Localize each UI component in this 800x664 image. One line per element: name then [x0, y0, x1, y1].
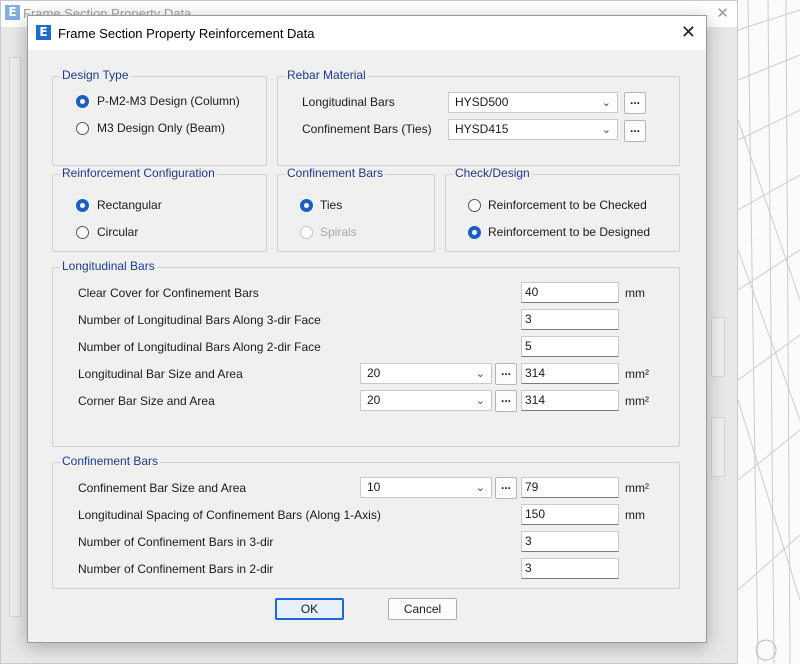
reinforcement-configuration-group: Reinforcement Configuration Rectangular …: [52, 166, 267, 252]
unit-label: mm: [625, 508, 645, 522]
confinement-bar-size-select[interactable]: 10 ⌄: [360, 477, 492, 498]
rebar-material-group: Rebar Material Longitudinal Bars HYSD500…: [277, 68, 680, 166]
design-type-group: Design Type P-M2-M3 Design (Column) M3 D…: [52, 68, 267, 166]
close-icon[interactable]: ✕: [716, 4, 729, 22]
group-label: Design Type: [60, 68, 131, 82]
bar-size-label: Longitudinal Bar Size and Area: [78, 367, 243, 381]
radio-label: Rectangular: [97, 198, 162, 212]
radio-label: Spirals: [320, 225, 357, 239]
radio-reinforcement-designed[interactable]: [468, 226, 481, 239]
radio-m3-design[interactable]: [76, 122, 89, 135]
dialog-body: Design Type P-M2-M3 Design (Column) M3 D…: [28, 50, 706, 642]
radio-label: Circular: [97, 225, 139, 239]
chevron-down-icon: ⌄: [601, 123, 611, 136]
unit-label: mm: [625, 286, 645, 300]
confinement-3dir-input[interactable]: 3: [521, 531, 619, 552]
group-label: Rebar Material: [285, 68, 368, 82]
radio-reinforcement-checked[interactable]: [468, 199, 481, 212]
corner-bar-size-select[interactable]: 20 ⌄: [360, 390, 492, 411]
radio-label: Ties: [320, 198, 343, 212]
confinement-bar-size-label: Confinement Bar Size and Area: [78, 481, 247, 495]
parent-panel: [711, 317, 725, 377]
radio-circular[interactable]: [76, 226, 89, 239]
clear-cover-input[interactable]: 40: [521, 282, 619, 303]
longitudinal-bar-browse-button[interactable]: ...: [495, 363, 517, 385]
radio-pm2m3-design[interactable]: [76, 95, 89, 108]
group-label: Confinement Bars: [285, 166, 386, 180]
select-value: 20: [367, 366, 381, 380]
select-value: 10: [367, 480, 381, 494]
corner-bar-area-input[interactable]: 314: [521, 390, 619, 411]
wireframe-graphic: [738, 0, 800, 664]
reinforcement-dialog: E Frame Section Property Reinforcement D…: [27, 15, 707, 643]
etabs-app-icon: E: [36, 25, 51, 40]
longitudinal-rebar-browse-button[interactable]: ...: [624, 92, 646, 114]
clear-cover-label: Clear Cover for Confinement Bars: [78, 286, 259, 300]
unit-label: mm²: [625, 367, 649, 381]
radio-spirals: [300, 226, 313, 239]
parent-panel: [9, 57, 21, 617]
bars-2dir-input[interactable]: 5: [521, 336, 619, 357]
unit-label: mm²: [625, 394, 649, 408]
select-value: HYSD500: [455, 95, 509, 109]
chevron-down-icon: ⌄: [601, 96, 611, 109]
radio-rectangular[interactable]: [76, 199, 89, 212]
radio-label: Reinforcement to be Checked: [488, 198, 647, 212]
confinement-3dir-label: Number of Confinement Bars in 3-dir: [78, 535, 274, 549]
radio-label: Reinforcement to be Designed: [488, 225, 651, 239]
group-label: Check/Design: [453, 166, 532, 180]
select-value: HYSD415: [455, 122, 509, 136]
check-design-group: Check/Design Reinforcement to be Checked…: [445, 166, 680, 252]
confinement-bar-browse-button[interactable]: ...: [495, 477, 517, 499]
confinement-type-group: Confinement Bars Ties Spirals: [277, 166, 435, 252]
spacing-input[interactable]: 150: [521, 504, 619, 525]
cancel-button[interactable]: Cancel: [388, 598, 457, 620]
dialog-title: Frame Section Property Reinforcement Dat…: [58, 26, 315, 41]
confinement-2dir-input[interactable]: 3: [521, 558, 619, 579]
spacing-label: Longitudinal Spacing of Confinement Bars…: [78, 508, 381, 522]
confinement-rebar-browse-button[interactable]: ...: [624, 120, 646, 142]
confinement-rebar-select[interactable]: HYSD415 ⌄: [448, 119, 618, 140]
longitudinal-bar-size-select[interactable]: 20 ⌄: [360, 363, 492, 384]
chevron-down-icon: ⌄: [475, 367, 485, 380]
confinement-2dir-label: Number of Confinement Bars in 2-dir: [78, 562, 274, 576]
longitudinal-bar-area-input[interactable]: 314: [521, 363, 619, 384]
model-view-background: [738, 0, 800, 664]
etabs-app-icon: E: [5, 5, 20, 20]
chevron-down-icon: ⌄: [475, 481, 485, 494]
confinement-ties-label: Confinement Bars (Ties): [302, 122, 432, 136]
group-label: Confinement Bars: [60, 454, 161, 468]
group-label: Longitudinal Bars: [60, 259, 157, 273]
unit-label: mm²: [625, 481, 649, 495]
corner-bar-size-label: Corner Bar Size and Area: [78, 394, 215, 408]
longitudinal-bars-label: Longitudinal Bars: [302, 95, 395, 109]
select-value: 20: [367, 393, 381, 407]
longitudinal-bars-group: Longitudinal Bars Clear Cover for Confin…: [52, 259, 680, 447]
longitudinal-rebar-select[interactable]: HYSD500 ⌄: [448, 92, 618, 113]
parent-panel: [711, 417, 725, 477]
radio-ties[interactable]: [300, 199, 313, 212]
bars-3dir-label: Number of Longitudinal Bars Along 3-dir …: [78, 313, 321, 327]
dialog-titlebar: E Frame Section Property Reinforcement D…: [28, 16, 706, 50]
confinement-bars-group: Confinement Bars Confinement Bar Size an…: [52, 454, 680, 589]
radio-label: P-M2-M3 Design (Column): [97, 94, 240, 108]
chevron-down-icon: ⌄: [475, 394, 485, 407]
group-label: Reinforcement Configuration: [60, 166, 217, 180]
confinement-bar-area-input[interactable]: 79: [521, 477, 619, 498]
close-icon[interactable]: ✕: [681, 22, 696, 43]
bars-2dir-label: Number of Longitudinal Bars Along 2-dir …: [78, 340, 321, 354]
ok-button[interactable]: OK: [275, 598, 344, 620]
corner-bar-browse-button[interactable]: ...: [495, 390, 517, 412]
radio-label: M3 Design Only (Beam): [97, 121, 226, 135]
bars-3dir-input[interactable]: 3: [521, 309, 619, 330]
